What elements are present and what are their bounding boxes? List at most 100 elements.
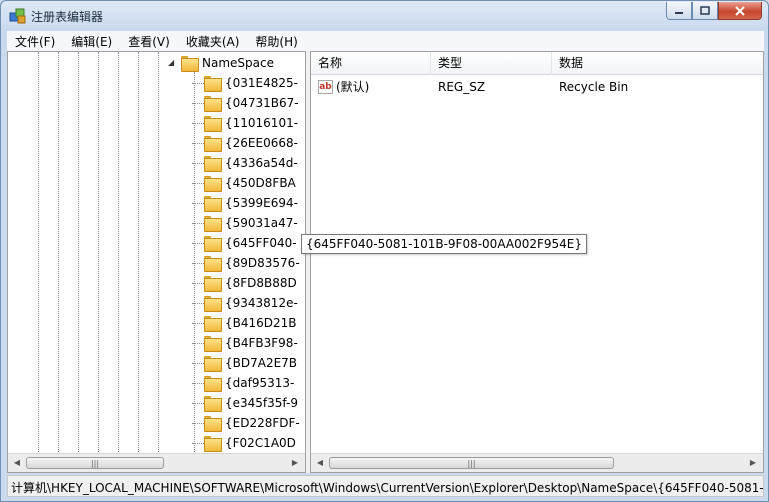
- tree-item[interactable]: {BD7A2E7B: [192, 353, 298, 373]
- tree-guide-line: [158, 52, 159, 454]
- tree-item-tooltip: {645FF040-5081-101B-9F08-00AA002F954E}: [301, 234, 587, 254]
- tree-item-selected[interactable]: {645FF040-: [192, 233, 297, 253]
- maximize-button[interactable]: [692, 2, 718, 20]
- tree-item[interactable]: {F02C1A0D: [192, 433, 296, 453]
- tree-item[interactable]: {89D83576-: [192, 253, 300, 273]
- tree-item[interactable]: {B416D21B: [192, 313, 297, 333]
- status-key-path: 计算机\HKEY_LOCAL_MACHINE\SOFTWARE\Microsof…: [11, 481, 764, 495]
- scroll-left-arrow-icon[interactable]: ◀: [315, 458, 325, 468]
- tree-item[interactable]: {daf95313-: [192, 373, 295, 393]
- tree-item-label: {daf95313-: [225, 376, 295, 390]
- folder-icon: [204, 436, 222, 452]
- menu-file[interactable]: 文件(F): [7, 33, 63, 50]
- scroll-right-arrow-icon[interactable]: ▶: [290, 458, 300, 468]
- tree-horizontal-scrollbar[interactable]: ◀ ||| ▶: [8, 453, 305, 472]
- tree-item[interactable]: {26EE0668-: [192, 133, 298, 153]
- tree-item-label: {89D83576-: [225, 256, 300, 270]
- tree-item-label: {B416D21B: [225, 316, 297, 330]
- value-name: (默认): [336, 80, 370, 94]
- minimize-icon: [675, 11, 683, 14]
- window-title: 注册表编辑器: [31, 10, 104, 24]
- tree-guide-line: [78, 52, 79, 454]
- scroll-right-arrow-icon[interactable]: ▶: [748, 458, 758, 468]
- column-header-data[interactable]: 数据: [552, 52, 763, 75]
- status-bar: 计算机\HKEY_LOCAL_MACHINE\SOFTWARE\Microsof…: [7, 475, 764, 497]
- menu-view[interactable]: 查看(V): [120, 33, 178, 50]
- tree-item-label: {B4FB3F98-: [225, 336, 298, 350]
- scroll-thumb[interactable]: |||: [329, 457, 614, 469]
- registry-value-list[interactable]: 名称 类型 数据 ab (默认) REG_SZ Recycle Bin ◀ ||…: [310, 51, 764, 473]
- minimize-button[interactable]: [666, 2, 692, 20]
- registry-editor-window: 注册表编辑器 文件(F) 编辑(E) 查看(V) 收藏夹(A) 帮助(H) ◢ …: [0, 0, 769, 502]
- tree-item[interactable]: {e345f35f-9: [192, 393, 298, 413]
- maximize-icon: [700, 6, 710, 15]
- tree-guide-line: [98, 52, 99, 454]
- tree-item-label: {F02C1A0D: [225, 436, 296, 450]
- tree-item-label: {e345f35f-9: [225, 396, 298, 410]
- folder-icon: [204, 336, 222, 352]
- tree-item[interactable]: {11016101-: [192, 113, 298, 133]
- close-button[interactable]: [718, 2, 762, 20]
- folder-icon: [204, 136, 222, 152]
- tree-guide-line: [38, 52, 39, 454]
- close-icon: [735, 5, 745, 16]
- folder-icon: [204, 216, 222, 232]
- folder-icon: [204, 296, 222, 312]
- tree-item[interactable]: {59031a47-: [192, 213, 298, 233]
- tree-guide-line: [58, 52, 59, 454]
- value-type: REG_SZ: [438, 80, 486, 94]
- folder-icon: [204, 376, 222, 392]
- folder-icon: [204, 316, 222, 332]
- column-header-type[interactable]: 类型: [431, 52, 552, 75]
- client-area: ◢ NameSpace {031E4825- {04731B67- {11016…: [7, 51, 764, 473]
- tree-item[interactable]: {B4FB3F98-: [192, 333, 298, 353]
- value-data: Recycle Bin: [559, 80, 629, 94]
- menu-edit[interactable]: 编辑(E): [63, 33, 120, 50]
- tree-item[interactable]: {8FD8B88D: [192, 273, 297, 293]
- tree-item-label: {ED228FDF-: [225, 416, 300, 430]
- menu-bar: 文件(F) 编辑(E) 查看(V) 收藏夹(A) 帮助(H): [7, 31, 764, 51]
- title-bar[interactable]: 注册表编辑器: [1, 1, 768, 31]
- tree-item-label: {BD7A2E7B: [225, 356, 298, 370]
- folder-icon: [204, 176, 222, 192]
- folder-icon: [204, 356, 222, 372]
- tree-item-label: {59031a47-: [225, 216, 298, 230]
- tree-item[interactable]: {04731B67-: [192, 93, 299, 113]
- list-horizontal-scrollbar[interactable]: ◀ ||| ▶: [311, 453, 763, 472]
- scroll-left-arrow-icon[interactable]: ◀: [12, 458, 22, 468]
- tree-item-label: {645FF040-: [225, 236, 297, 250]
- tree-item-label: {04731B67-: [225, 96, 299, 110]
- folder-icon: [204, 76, 222, 92]
- tree-item-label: {26EE0668-: [225, 136, 298, 150]
- tree-guide-line: [138, 52, 139, 454]
- grip-icon: |||: [90, 459, 100, 468]
- menu-favorites[interactable]: 收藏夹(A): [178, 33, 248, 50]
- folder-icon: [204, 396, 222, 412]
- folder-icon: [204, 116, 222, 132]
- tree-item[interactable]: {031E4825-: [192, 73, 298, 93]
- registry-editor-icon: [9, 8, 26, 24]
- folder-icon: [204, 256, 222, 272]
- tree-guide-line: [118, 52, 119, 454]
- tree-item-label: {4336a54d-: [225, 156, 298, 170]
- tree-item[interactable]: {9343812e-: [192, 293, 298, 313]
- scroll-thumb[interactable]: |||: [26, 457, 164, 469]
- tree-item-namespace[interactable]: NameSpace: [181, 53, 274, 73]
- tree-item-label: {9343812e-: [225, 296, 298, 310]
- tree-item-label: {031E4825-: [225, 76, 298, 90]
- tree-item[interactable]: {450D8FBA: [192, 173, 296, 193]
- collapse-arrow-icon[interactable]: ◢: [168, 58, 174, 67]
- folder-icon: [204, 236, 222, 252]
- caption-buttons: [666, 2, 762, 20]
- folder-icon: [204, 196, 222, 212]
- tree-item-label: {5399E694-: [225, 196, 298, 210]
- folder-icon: [204, 156, 222, 172]
- tree-item[interactable]: {5399E694-: [192, 193, 298, 213]
- tree-item[interactable]: {ED228FDF-: [192, 413, 300, 433]
- value-row[interactable]: ab (默认) REG_SZ Recycle Bin: [311, 77, 763, 97]
- registry-key-tree[interactable]: ◢ NameSpace {031E4825- {04731B67- {11016…: [7, 51, 306, 473]
- folder-icon: [204, 276, 222, 292]
- menu-help[interactable]: 帮助(H): [247, 33, 305, 50]
- tree-item[interactable]: {4336a54d-: [192, 153, 298, 173]
- column-header-name[interactable]: 名称: [311, 52, 431, 75]
